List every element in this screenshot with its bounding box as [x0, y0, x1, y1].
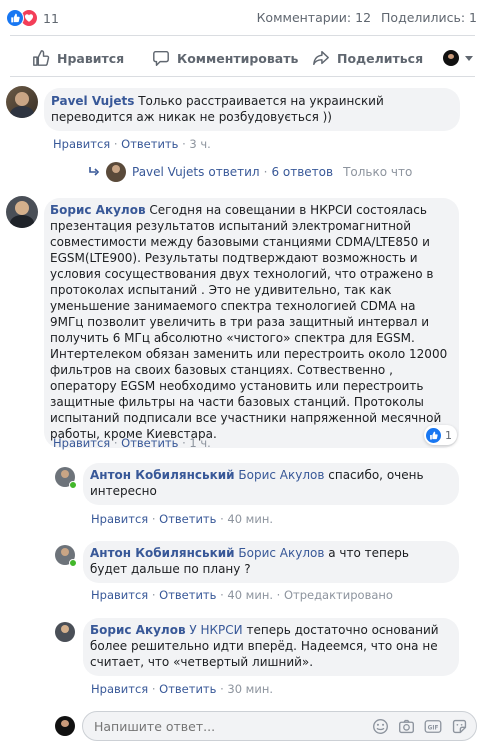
shares-count[interactable]: Поделились: 1: [381, 10, 477, 25]
divider: [10, 35, 475, 36]
camera-icon[interactable]: [398, 718, 415, 735]
reply-link[interactable]: Ответить: [159, 588, 216, 602]
mention-link[interactable]: Борис Акулов: [238, 546, 324, 560]
reaction-count[interactable]: 11: [43, 11, 59, 26]
reply-link[interactable]: Ответить: [159, 682, 216, 696]
reply-link[interactable]: Ответить: [121, 137, 178, 151]
like-label: Нравится: [57, 50, 125, 66]
reply-bubble: Борис Акулов У НКРСИ теперь достаточно о…: [83, 618, 459, 676]
composer-avatar: [55, 716, 75, 736]
timestamp[interactable]: 40 мин.: [227, 512, 273, 526]
comments-count[interactable]: Комментарии: 12: [257, 10, 371, 25]
like-button[interactable]: Нравится: [32, 48, 124, 68]
emoji-icon[interactable]: [372, 718, 389, 735]
like-reaction-icon: [426, 427, 441, 443]
comment-meta: Нравится · Ответить · 3 ч.: [53, 137, 211, 151]
reply-arrow-icon: [89, 167, 100, 176]
timestamp[interactable]: 40 мин.: [227, 588, 273, 602]
like-link[interactable]: Нравится: [91, 588, 148, 602]
share-button[interactable]: Поделиться: [312, 48, 423, 68]
comment-bubble: Pavel Vujets Только расстраивается на ук…: [44, 88, 460, 131]
svg-text:GIF: GIF: [428, 725, 439, 731]
profile-avatar-small: [443, 50, 459, 66]
caret-down-icon: [465, 56, 473, 61]
reply-input[interactable]: [94, 718, 344, 735]
reply-meta: Нравится · Ответить · 30 мин.: [91, 682, 274, 696]
online-status-dot: [69, 481, 77, 489]
reaction-count: 1: [445, 428, 452, 442]
like-reaction-icon: [6, 9, 24, 27]
avatar[interactable]: [55, 622, 75, 642]
gif-icon[interactable]: GIF: [424, 718, 442, 735]
audience-selector[interactable]: [443, 49, 474, 67]
comment-meta: Нравится · Ответить · 1 ч.: [53, 436, 211, 450]
timestamp[interactable]: 30 мин.: [227, 682, 273, 696]
reply-author[interactable]: Борис Акулов: [90, 623, 186, 637]
share-arrow-icon: [313, 50, 329, 66]
avatar[interactable]: [6, 196, 38, 228]
timestamp[interactable]: 3 ч.: [189, 137, 210, 151]
thumb-up-icon: [33, 50, 50, 66]
reply-bubble: Антон Кобилянський Борис Акулов спасибо,…: [83, 463, 459, 505]
like-link[interactable]: Нравится: [53, 137, 110, 151]
like-link[interactable]: Нравится: [53, 436, 110, 450]
reply-author[interactable]: Антон Кобилянський: [90, 468, 235, 482]
timestamp[interactable]: 1 ч.: [189, 436, 210, 450]
comment-reaction-badge[interactable]: 1: [424, 425, 457, 445]
reply-author[interactable]: Антон Кобилянський: [90, 546, 235, 560]
edited-label[interactable]: Отредактировано: [284, 588, 393, 602]
reply-link[interactable]: Ответить: [159, 512, 216, 526]
comment-label: Комментировать: [177, 50, 299, 66]
view-replies-link[interactable]: Pavel Vujets ответил · 6 ответов Только …: [88, 161, 412, 183]
reply-link[interactable]: Ответить: [121, 436, 178, 450]
comment-button[interactable]: Комментировать: [152, 48, 298, 68]
avatar[interactable]: [6, 86, 38, 118]
online-status-dot: [69, 559, 77, 567]
timestamp: Только что: [343, 165, 413, 179]
like-link[interactable]: Нравится: [91, 512, 148, 526]
replies-count: 6 ответов: [271, 165, 334, 179]
share-label: Поделиться: [337, 50, 424, 66]
comment-icon: [153, 50, 169, 66]
reply-meta: Нравится · Ответить · 40 мин.: [91, 512, 274, 526]
divider: [10, 76, 475, 77]
sticker-icon[interactable]: [451, 718, 468, 735]
mention-link[interactable]: Борис Акулов: [238, 468, 324, 482]
reactions-summary[interactable]: 11: [6, 9, 59, 27]
comment-bubble: Борис Акулов Сегодня на совещании в НКРС…: [44, 198, 459, 448]
comment-author[interactable]: Pavel Vujets: [51, 94, 134, 108]
avatar: [106, 162, 126, 182]
comment-text: Сегодня на совещании в НКРСИ состоялась …: [50, 203, 448, 441]
mention-link[interactable]: У НКРСИ: [189, 623, 242, 637]
reply-meta: Нравится · Ответить · 40 мин. · Отредакт…: [91, 588, 393, 602]
comment-author[interactable]: Борис Акулов: [50, 203, 146, 217]
reply-bubble: Антон Кобилянський Борис Акулов а что те…: [83, 541, 459, 583]
like-link[interactable]: Нравится: [91, 682, 148, 696]
reply-composer[interactable]: GIF: [82, 711, 477, 741]
